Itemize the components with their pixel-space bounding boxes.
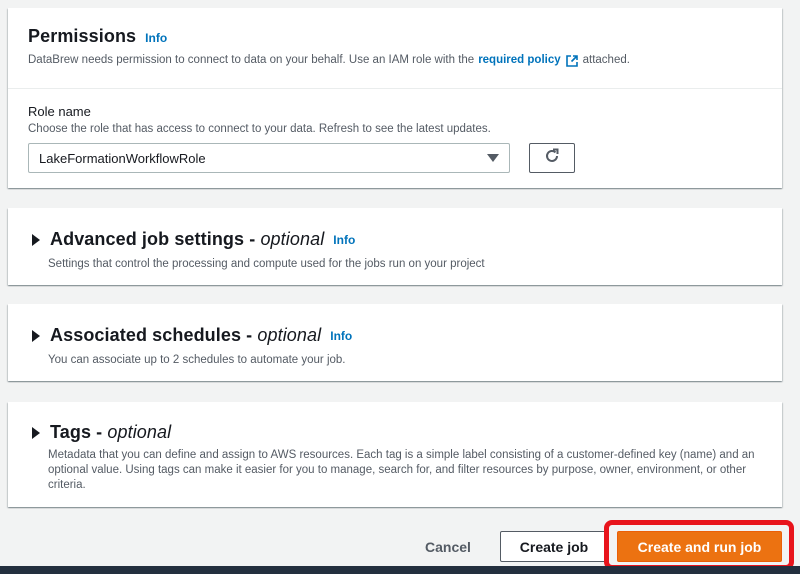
cancel-button[interactable]: Cancel <box>412 531 484 562</box>
associated-schedules-panel[interactable]: Associated schedules - optional Info You… <box>8 304 782 381</box>
caret-right-icon <box>32 426 40 439</box>
schedules-title: Associated schedules - optional <box>50 325 321 346</box>
schedules-description: You can associate up to 2 schedules to a… <box>48 354 346 366</box>
schedules-header[interactable]: Associated schedules - optional Info <box>28 325 762 346</box>
role-name-description: Choose the role that has access to conne… <box>28 123 491 135</box>
tags-description: Metadata that you can define and assign … <box>48 449 755 491</box>
footer-bar <box>0 566 800 574</box>
optional-label: optional <box>260 229 325 249</box>
role-select-value: LakeFormationWorkflowRole <box>39 150 206 166</box>
advanced-settings-panel[interactable]: Advanced job settings - optional Info Se… <box>8 208 782 285</box>
tags-title: Tags - optional <box>50 422 171 443</box>
tags-header[interactable]: Tags - optional <box>28 422 762 443</box>
create-and-run-job-button[interactable]: Create and run job <box>617 531 782 562</box>
refresh-icon <box>544 148 560 169</box>
permissions-title: Permissions <box>28 26 137 46</box>
permissions-info-link[interactable]: Info <box>145 31 167 45</box>
role-select[interactable]: LakeFormationWorkflowRole <box>28 143 510 173</box>
role-field: Role name Choose the role that has acces… <box>8 89 782 173</box>
permissions-description-prefix: DataBrew needs permission to connect to … <box>28 54 475 66</box>
external-link-icon[interactable] <box>565 54 578 67</box>
advanced-info-link[interactable]: Info <box>333 233 355 247</box>
permissions-title-row: Permissions Info <box>28 26 762 47</box>
advanced-settings-title: Advanced job settings - optional <box>50 229 324 250</box>
schedules-info-link[interactable]: Info <box>330 329 352 343</box>
optional-label: optional <box>257 325 322 345</box>
caret-right-icon <box>32 233 40 246</box>
permissions-description-suffix: attached. <box>582 54 630 66</box>
tags-panel[interactable]: Tags - optional Metadata that you can de… <box>8 402 782 507</box>
permissions-panel: Permissions Info DataBrew needs permissi… <box>8 8 782 188</box>
refresh-roles-button[interactable] <box>529 143 575 173</box>
optional-label: optional <box>107 422 172 442</box>
advanced-settings-title-text: Advanced job settings - <box>50 229 261 249</box>
required-policy-link[interactable]: required policy <box>478 53 560 68</box>
caret-right-icon <box>32 329 40 342</box>
permissions-description: DataBrew needs permission to connect to … <box>28 53 762 68</box>
tags-title-text: Tags - <box>50 422 108 442</box>
create-job-button[interactable]: Create job <box>500 531 608 562</box>
advanced-settings-description: Settings that control the processing and… <box>48 258 485 270</box>
schedules-title-text: Associated schedules - <box>50 325 258 345</box>
role-select-row: LakeFormationWorkflowRole <box>28 143 762 173</box>
role-name-label: Role name <box>28 104 91 119</box>
advanced-settings-header[interactable]: Advanced job settings - optional Info <box>28 229 762 250</box>
caret-down-icon <box>487 154 499 162</box>
permissions-header: Permissions Info DataBrew needs permissi… <box>8 8 782 89</box>
create-job-page: Permissions Info DataBrew needs permissi… <box>0 0 800 574</box>
